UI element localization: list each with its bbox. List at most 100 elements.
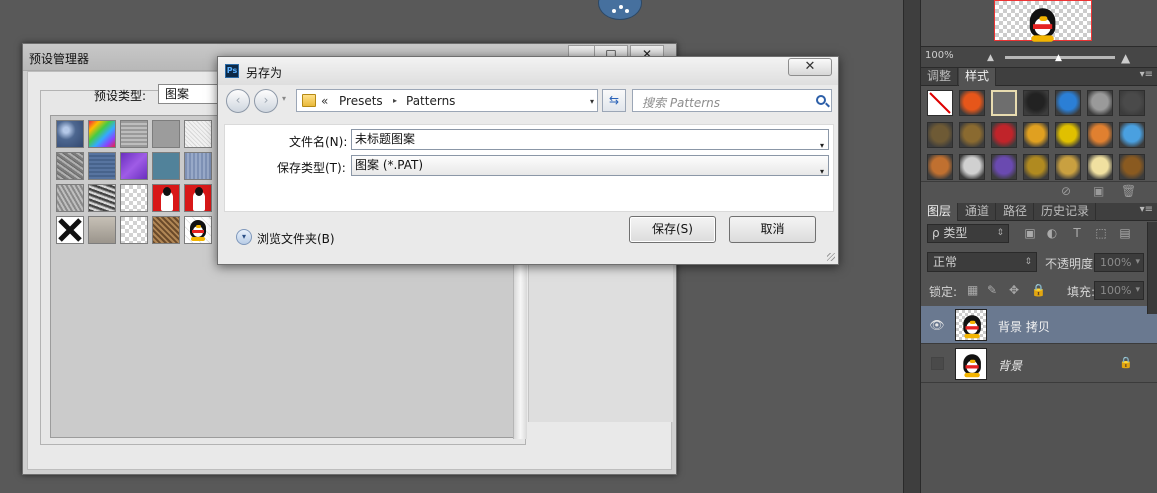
gray-granite-pattern[interactable]: [120, 120, 148, 148]
tab-adjustments[interactable]: 调整: [921, 68, 959, 86]
forward-button[interactable]: ›: [254, 89, 278, 113]
visibility-toggle[interactable]: [931, 357, 944, 370]
white-dots-pattern[interactable]: [152, 216, 180, 244]
red-glow-style[interactable]: [959, 90, 985, 116]
browse-folders-label[interactable]: 浏览文件夹(B): [257, 230, 335, 247]
dark-gray-style[interactable]: [1119, 90, 1145, 116]
chevron-down-icon[interactable]: ▾: [820, 136, 824, 155]
lock-position-icon[interactable]: ✥: [1009, 283, 1019, 297]
none-style[interactable]: [927, 90, 953, 116]
layer-row[interactable]: 👁 背景 拷贝: [921, 306, 1157, 344]
gold-ornament-style[interactable]: [1023, 154, 1049, 180]
beige-frame-style[interactable]: [991, 90, 1017, 116]
lock-image-icon[interactable]: ✎: [987, 283, 997, 297]
blue-gray-pattern[interactable]: [184, 152, 212, 180]
tab-history[interactable]: 历史记录: [1035, 203, 1097, 221]
chevron-down-icon[interactable]: ▾: [820, 162, 824, 181]
breadcrumb-presets[interactable]: Presets: [339, 94, 383, 108]
gray-flat-style[interactable]: [1087, 90, 1113, 116]
close-icon[interactable]: ✕: [788, 58, 832, 76]
panel-menu-icon[interactable]: ▾≡: [1140, 69, 1153, 80]
layer-row[interactable]: 背景 🔒: [921, 345, 1157, 383]
cancel-button[interactable]: 取消: [729, 216, 816, 243]
blend-mode-select[interactable]: 正常 ⇕: [927, 252, 1037, 272]
portrait-red-2-pattern[interactable]: [184, 184, 212, 212]
rainbow-pattern[interactable]: [88, 120, 116, 148]
blue-glass-style[interactable]: [1055, 90, 1081, 116]
tab-layers[interactable]: 图层: [921, 203, 959, 221]
clear-style-icon[interactable]: ⊘: [1061, 184, 1071, 198]
penguin-pattern[interactable]: [184, 216, 212, 244]
gray-texture-pattern[interactable]: [56, 184, 84, 212]
bronze-frame-style[interactable]: [1119, 154, 1145, 180]
orange-gradient-style[interactable]: [1087, 122, 1113, 148]
type-filter-icon[interactable]: T: [1070, 226, 1084, 240]
panel-scrollbar[interactable]: [1147, 222, 1157, 314]
back-button[interactable]: ‹: [226, 89, 250, 113]
black-chrome-style[interactable]: [1023, 90, 1049, 116]
new-style-icon[interactable]: ▣: [1093, 184, 1104, 198]
adjustment-filter-icon[interactable]: ◐: [1045, 226, 1059, 240]
brown-bevel-style[interactable]: [959, 122, 985, 148]
wood-pattern[interactable]: [120, 216, 148, 244]
smart-object-filter-icon[interactable]: ▤: [1118, 226, 1132, 240]
tab-channels[interactable]: 通道: [959, 203, 997, 221]
address-dropdown-icon[interactable]: ▾: [590, 97, 594, 106]
expand-icon[interactable]: ▾: [236, 229, 252, 245]
gold-frame-style[interactable]: [1055, 154, 1081, 180]
light-gray-pattern[interactable]: [184, 120, 212, 148]
navigator-thumbnail[interactable]: [994, 0, 1092, 42]
cream-frame-style[interactable]: [1087, 154, 1113, 180]
layer-name[interactable]: 背景: [998, 357, 1022, 374]
search-icon[interactable]: [816, 95, 826, 105]
teal-pattern[interactable]: [152, 152, 180, 180]
light-blue-style[interactable]: [1119, 122, 1145, 148]
bronze-style[interactable]: [927, 122, 953, 148]
fill-input[interactable]: 100% ▾: [1094, 281, 1144, 300]
panel-menu-icon[interactable]: ▾≡: [1140, 204, 1153, 215]
save-button[interactable]: 保存(S): [629, 216, 716, 243]
concrete-pattern[interactable]: [88, 216, 116, 244]
zoom-level[interactable]: 100%: [925, 50, 954, 61]
yellow-frame-style[interactable]: [1055, 122, 1081, 148]
stone-pattern[interactable]: [56, 152, 84, 180]
layer-filter-select[interactable]: ρ 类型 ⇕: [927, 224, 1009, 243]
save-as-titlebar[interactable]: Ps 另存为 ✕: [218, 57, 838, 85]
sunset-style[interactable]: [927, 154, 953, 180]
multicolor-style[interactable]: [1023, 122, 1049, 148]
transparent-checker-pattern[interactable]: [120, 184, 148, 212]
recent-locations-dropdown-icon[interactable]: ▾: [282, 94, 286, 103]
refresh-button[interactable]: ⇆: [602, 89, 626, 112]
opacity-input[interactable]: 100% ▾: [1094, 253, 1144, 272]
filetype-select[interactable]: 图案 (*.PAT) ▾: [351, 155, 829, 176]
blue-stone-pattern[interactable]: [88, 152, 116, 180]
tab-paths[interactable]: 路径: [997, 203, 1035, 221]
tab-styles[interactable]: 样式: [959, 68, 997, 86]
eye-icon[interactable]: 👁: [929, 317, 945, 333]
pixel-filter-icon[interactable]: ▣: [1023, 226, 1037, 240]
breadcrumb-separator-icon[interactable]: ▸: [393, 96, 397, 105]
address-bar[interactable]: « Presets ▸ Patterns ▾: [296, 89, 598, 112]
address-overflow-icon[interactable]: «: [321, 94, 328, 108]
purple-bevel-style[interactable]: [991, 154, 1017, 180]
portrait-red-1-pattern[interactable]: [152, 184, 180, 212]
delete-style-icon[interactable]: 🗑: [1121, 184, 1136, 198]
bubbles-pattern[interactable]: [56, 120, 84, 148]
black-white-noise-pattern[interactable]: [88, 184, 116, 212]
zoom-out-icon[interactable]: ▲: [987, 53, 994, 63]
panel-divider[interactable]: [903, 0, 921, 493]
breadcrumb-patterns[interactable]: Patterns: [406, 94, 455, 108]
x-mark-pattern[interactable]: [56, 216, 84, 244]
zoom-in-icon[interactable]: ▲: [1121, 51, 1130, 65]
gray-pattern[interactable]: [152, 120, 180, 148]
crystal-style[interactable]: [959, 154, 985, 180]
lock-all-icon[interactable]: 🔒: [1031, 283, 1046, 297]
red-stripe-style[interactable]: [991, 122, 1017, 148]
purple-pattern[interactable]: [120, 152, 148, 180]
layer-name[interactable]: 背景 拷贝: [998, 318, 1050, 335]
resize-grip[interactable]: [827, 253, 835, 261]
shape-filter-icon[interactable]: ⬚: [1094, 226, 1108, 240]
lock-transparent-icon[interactable]: ▦: [967, 283, 978, 297]
filename-field[interactable]: 未标题图案 ▾: [351, 129, 829, 150]
zoom-slider-handle[interactable]: ▲: [1055, 53, 1062, 63]
